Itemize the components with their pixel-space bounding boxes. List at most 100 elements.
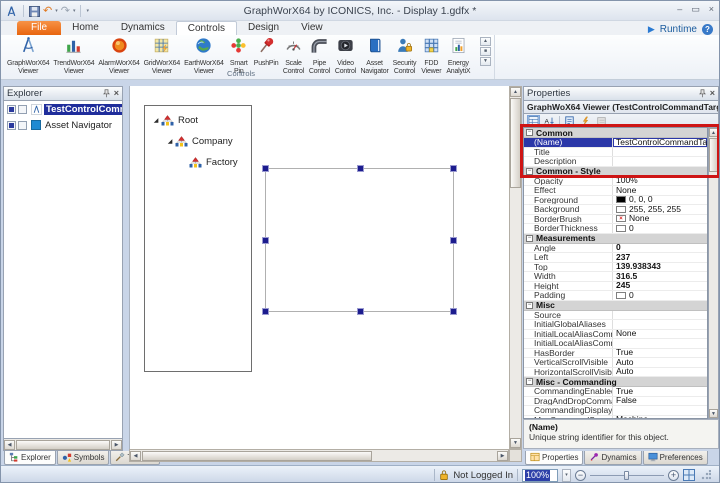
property-value-left[interactable]: 237 bbox=[612, 253, 707, 262]
slider-thumb[interactable] bbox=[624, 471, 629, 480]
resize-handle-nw[interactable] bbox=[262, 165, 269, 172]
property-value-height[interactable]: 245 bbox=[612, 282, 707, 291]
ribbon-tab-view[interactable]: View bbox=[290, 21, 334, 35]
zoom-slider[interactable] bbox=[590, 471, 664, 480]
property-value-draganddropcommand[interactable]: False bbox=[612, 397, 707, 406]
property-value-commandingenabled[interactable]: True bbox=[612, 387, 707, 396]
resize-grip[interactable] bbox=[701, 470, 711, 480]
collapse-icon[interactable]: − bbox=[526, 302, 533, 309]
property-value-background[interactable]: 255, 255, 255 bbox=[612, 205, 707, 214]
property-row-hasborder[interactable]: HasBorderTrue bbox=[524, 349, 707, 359]
scroll-right-icon[interactable]: ▶ bbox=[497, 451, 508, 461]
property-row-borderbrush[interactable]: BorderBrush×None bbox=[524, 215, 707, 225]
canvas-horizontal-scrollbar[interactable]: ◀ ▶ bbox=[129, 449, 509, 462]
expander-icon[interactable]: ◢ bbox=[165, 138, 175, 145]
property-value-effect[interactable]: None bbox=[612, 186, 707, 195]
lock-checkbox[interactable] bbox=[18, 105, 27, 114]
spin-down-icon[interactable]: ▼ bbox=[480, 57, 491, 66]
resize-handle-e[interactable] bbox=[450, 237, 457, 244]
property-row-background[interactable]: Background255, 255, 255 bbox=[524, 205, 707, 215]
property-value-borderthickness[interactable]: 0 bbox=[612, 224, 707, 233]
property-value-padding[interactable]: 0 bbox=[612, 291, 707, 300]
property-row-initiallocalaliascomman[interactable]: InitialLocalAliasComman bbox=[524, 339, 707, 349]
explorer-tab-symbols[interactable]: Symbols bbox=[57, 451, 110, 465]
tree-node-factory[interactable]: Factory bbox=[145, 152, 251, 173]
ribbon-tab-controls[interactable]: Controls bbox=[176, 21, 237, 35]
property-value-opacity[interactable]: 100% bbox=[612, 177, 707, 186]
alphabetical-view-icon[interactable]: A bbox=[543, 115, 556, 126]
property-value-verticalscrollvisible[interactable]: Auto bbox=[612, 358, 707, 367]
property-row-draganddropcommand[interactable]: DragAndDropCommandFalse bbox=[524, 397, 707, 407]
minimize-button[interactable]: – bbox=[677, 4, 682, 15]
close-icon[interactable]: × bbox=[710, 89, 715, 98]
fit-to-window-icon[interactable] bbox=[683, 469, 695, 481]
property-value-width[interactable]: 316.5 bbox=[612, 272, 707, 281]
help-icon[interactable]: ? bbox=[702, 24, 713, 35]
spin-mid-icon[interactable]: ■ bbox=[480, 47, 491, 56]
design-canvas[interactable]: ◢Root◢Company Factory bbox=[129, 86, 509, 449]
restore-button[interactable]: ▭ bbox=[691, 4, 700, 15]
pin-icon[interactable] bbox=[698, 89, 707, 98]
property-row-verticalscrollvisible[interactable]: VerticalScrollVisibleAuto bbox=[524, 358, 707, 368]
scroll-left-icon[interactable]: ◀ bbox=[4, 440, 15, 450]
scroll-down-icon[interactable]: ▼ bbox=[510, 438, 521, 448]
selected-viewer-control[interactable] bbox=[265, 168, 454, 312]
property-row-title[interactable]: Title bbox=[524, 148, 707, 158]
zoom-out-button[interactable]: − bbox=[575, 470, 586, 481]
close-button[interactable]: × bbox=[709, 4, 714, 15]
property-row-initialglobalaliases[interactable]: InitialGlobalAliases bbox=[524, 320, 707, 330]
collapse-icon[interactable]: − bbox=[526, 129, 533, 136]
tree-node-company[interactable]: ◢Company bbox=[145, 131, 251, 152]
scrollbar-thumb[interactable] bbox=[142, 451, 372, 461]
tree-node-root[interactable]: ◢Root bbox=[145, 110, 251, 131]
tree-control[interactable]: ◢Root◢Company Factory bbox=[144, 105, 252, 372]
property-row-angle[interactable]: Angle0 bbox=[524, 244, 707, 254]
property-section-misc[interactable]: −Misc bbox=[524, 301, 707, 311]
settings-icon[interactable] bbox=[595, 115, 608, 126]
ribbon-tab-file[interactable]: File bbox=[17, 21, 61, 35]
property-value-borderbrush[interactable]: ×None bbox=[612, 215, 707, 224]
zoom-in-button[interactable]: + bbox=[668, 470, 679, 481]
property-row-name[interactable]: (Name)TestControlCommandTarget bbox=[524, 138, 707, 148]
properties-tab-preferences[interactable]: Preferences bbox=[643, 451, 708, 465]
spin-up-icon[interactable]: ▲ bbox=[480, 37, 491, 46]
property-value-initiallocalaliascomman[interactable] bbox=[612, 339, 707, 348]
pin-icon[interactable] bbox=[102, 89, 111, 98]
resize-handle-w[interactable] bbox=[262, 237, 269, 244]
resize-handle-s[interactable] bbox=[357, 308, 364, 315]
properties-tab-properties[interactable]: Properties bbox=[525, 451, 583, 465]
property-value-title[interactable] bbox=[612, 148, 707, 157]
categorized-view-icon[interactable] bbox=[527, 115, 540, 126]
scroll-up-icon[interactable]: ▲ bbox=[709, 128, 718, 137]
visibility-checkbox[interactable] bbox=[7, 121, 16, 130]
zoom-dropdown-icon[interactable]: ▾ bbox=[562, 469, 571, 482]
property-value-initialglobalaliases[interactable] bbox=[612, 320, 707, 329]
scroll-down-icon[interactable]: ▼ bbox=[709, 409, 718, 418]
property-section-common[interactable]: −Common bbox=[524, 128, 707, 138]
explorer-item-testcontrolcommand[interactable]: TestControlCommand bbox=[4, 101, 122, 117]
resize-handle-sw[interactable] bbox=[262, 308, 269, 315]
runtime-button[interactable]: Runtime bbox=[660, 24, 697, 35]
property-row-width[interactable]: Width316.5 bbox=[524, 272, 707, 282]
property-value-source[interactable] bbox=[612, 311, 707, 320]
property-value-foreground[interactable]: 0, 0, 0 bbox=[612, 196, 707, 205]
property-value-horizontalscrollvisible[interactable]: Auto bbox=[612, 368, 707, 377]
canvas-vertical-scrollbar[interactable]: ▲ ▼ bbox=[509, 86, 522, 449]
property-section-measurements[interactable]: −Measurements bbox=[524, 234, 707, 244]
close-icon[interactable]: × bbox=[114, 89, 119, 98]
property-section-common-style[interactable]: −Common - Style bbox=[524, 167, 707, 177]
properties-tab-dynamics[interactable]: Dynamics bbox=[584, 451, 641, 465]
property-value-initiallocalaliascomman[interactable]: None bbox=[612, 330, 707, 339]
scrollbar-thumb[interactable] bbox=[709, 138, 718, 172]
property-row-height[interactable]: Height245 bbox=[524, 282, 707, 292]
collapse-icon[interactable]: − bbox=[526, 235, 533, 242]
scroll-left-icon[interactable]: ◀ bbox=[130, 451, 141, 461]
property-row-top[interactable]: Top139.938343 bbox=[524, 263, 707, 273]
explorer-tab-explorer[interactable]: Explorer bbox=[4, 451, 56, 465]
collapse-icon[interactable]: − bbox=[526, 168, 533, 175]
scroll-right-icon[interactable]: ▶ bbox=[111, 440, 122, 450]
property-row-commandingdisplayna[interactable]: CommandingDisplayNa bbox=[524, 406, 707, 416]
property-value-angle[interactable]: 0 bbox=[612, 244, 707, 253]
ribbon-tab-home[interactable]: Home bbox=[61, 21, 110, 35]
resize-handle-ne[interactable] bbox=[450, 165, 457, 172]
